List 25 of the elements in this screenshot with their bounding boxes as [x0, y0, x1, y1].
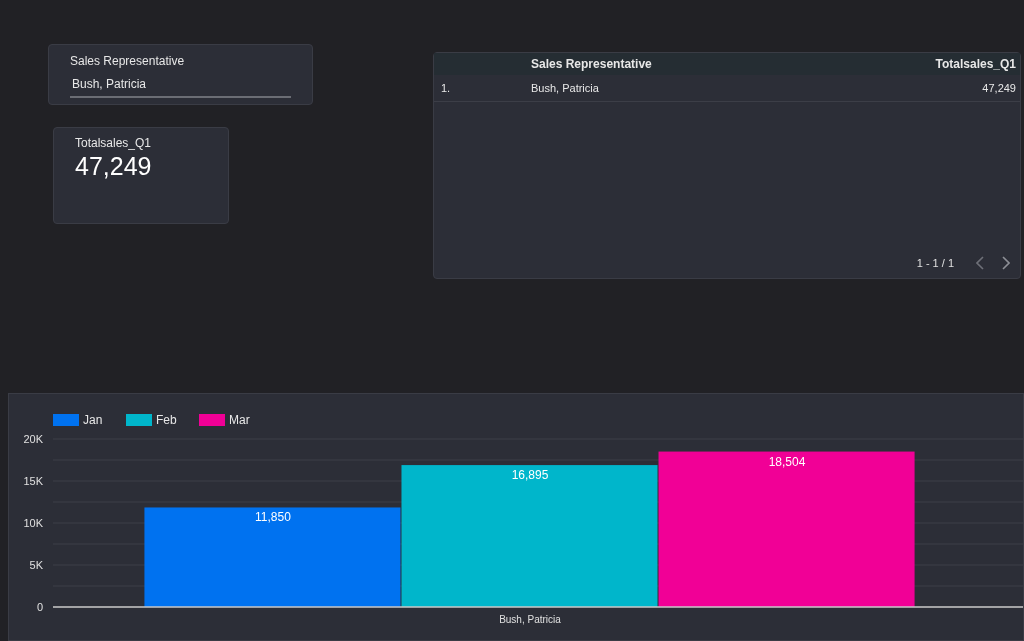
- axis-tick-label: 15K: [23, 475, 43, 487]
- axis-tick-label: 0: [36, 601, 43, 613]
- previous-page-icon[interactable]: [976, 256, 984, 270]
- legend-label[interactable]: Jan: [83, 413, 103, 427]
- table-cell-text: 47,249: [982, 80, 1017, 96]
- axis-category-label: Bush, Patricia: [499, 614, 561, 625]
- filter-label: Sales Representative: [70, 53, 186, 70]
- scorecard-value: 47,249: [75, 152, 153, 180]
- axis-tick-label: 5K: [29, 559, 43, 571]
- column-header[interactable]: Sales Representative: [531, 55, 936, 73]
- next-page-icon[interactable]: [1002, 256, 1010, 270]
- axis-tick-label: 10K: [23, 517, 43, 529]
- column-header[interactable]: Totalsales_Q1: [935, 55, 1020, 73]
- bar-value-label: 18,504: [768, 454, 806, 469]
- scorecard-label: Totalsales_Q1: [75, 135, 153, 152]
- pagination-label: 1 - 1 / 1: [916, 255, 954, 271]
- table-cell-text: Bush, Patricia: [531, 80, 600, 96]
- filter-control[interactable]: Sales Representative Bush, Patricia: [48, 44, 313, 105]
- axis-tick-label: 20K: [23, 433, 43, 445]
- bar-value-label: 11,850: [255, 510, 291, 525]
- bar-value-label: 16,895: [511, 468, 549, 483]
- filter-value: Bush, Patricia: [70, 75, 291, 98]
- legend-label[interactable]: Feb: [156, 413, 177, 427]
- legend-label[interactable]: Mar: [229, 413, 250, 427]
- row-number: 1.: [440, 80, 452, 96]
